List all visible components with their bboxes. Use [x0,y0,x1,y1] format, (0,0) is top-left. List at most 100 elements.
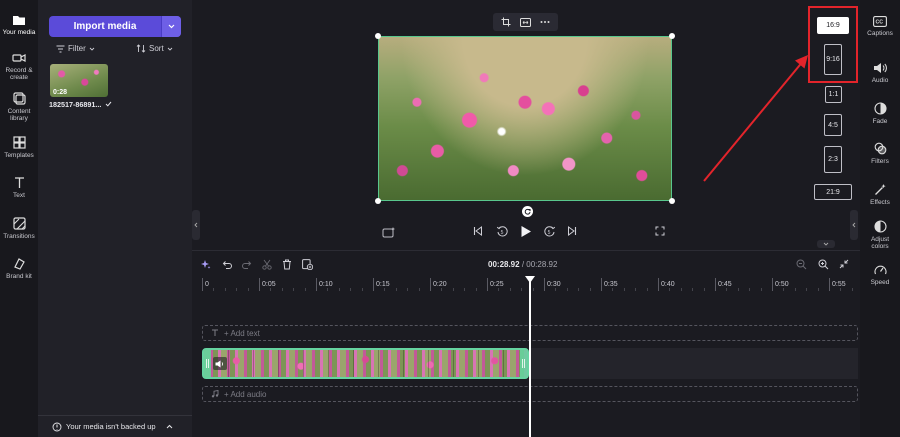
aspect-ratio-2-3[interactable]: 2:3 [824,146,842,173]
nav-templates[interactable]: Templates [0,136,38,159]
clip-mute-button[interactable] [213,357,227,370]
zoom-in-icon[interactable] [818,259,829,270]
thumbnail-duration: 0:28 [53,89,68,96]
nav-label: Brand kit [6,273,32,280]
nav-your-media[interactable]: Your media [0,14,38,36]
clip-trim-handle-left[interactable] [204,350,211,377]
chevron-down-icon [823,242,829,246]
nav-captions[interactable]: CC Captions [860,16,900,37]
fit-timeline-icon[interactable] [839,259,849,269]
sort-button[interactable]: Sort [136,44,173,53]
ruler-label: 0:25 [490,281,504,288]
rewind-5s-button[interactable]: 5 [495,224,509,238]
ratio-label: 21:9 [826,188,840,196]
nav-adjust-colors[interactable]: Adjust colors [860,220,900,250]
ruler-minor-tick [851,288,853,291]
import-options-button[interactable] [161,16,181,37]
resize-handle-bottom-right[interactable] [669,198,675,204]
chevron-down-icon [167,47,172,51]
ruler-minor-tick [783,288,785,291]
ruler-minor-tick [680,288,682,291]
media-filename: 182517-86891... [49,100,112,109]
video-preview[interactable] [378,36,672,201]
nav-record-create[interactable]: Record & create [0,52,38,81]
timecode: 00:28.92 / 00:28.92 [488,260,557,269]
playhead[interactable] [529,278,531,437]
nav-label: Captions [867,30,893,37]
nav-speed[interactable]: Speed [860,264,900,286]
skip-forward-button[interactable] [566,225,578,237]
nav-content-library[interactable]: Content library [0,92,38,122]
skip-forward-icon [568,226,577,236]
ratio-label: 1:1 [828,91,839,98]
aspect-ratio-4-5[interactable]: 4:5 [824,114,842,136]
nav-filters[interactable]: Filters [860,142,900,165]
ruler-minor-tick [635,288,637,291]
zoom-out-icon[interactable] [796,259,807,270]
ruler-minor-tick [384,288,386,291]
ruler-minor-tick [566,288,568,291]
magic-icon-button[interactable] [382,225,396,239]
backup-status-bar[interactable]: Your media isn't backed up [38,415,192,437]
clip-trim-handle-right[interactable] [520,350,527,377]
ruler-minor-tick [224,288,226,291]
crop-icon[interactable] [501,17,511,27]
nav-label: Record & create [5,67,33,81]
more-options-icon[interactable] [540,20,550,24]
media-thumbnail[interactable]: 0:28 [50,64,108,97]
fullscreen-button[interactable] [654,225,666,237]
skip-back-button[interactable] [472,225,484,237]
filter-button[interactable]: Filter [56,44,95,53]
magic-edit-icon[interactable] [200,259,211,270]
play-button[interactable] [518,223,534,239]
fit-icon[interactable] [519,17,531,27]
rewind-5s-icon: 5 [496,225,508,237]
nav-label: Content library [7,108,31,122]
import-media-label[interactable]: Import media [49,16,161,37]
svg-text:CC: CC [876,19,884,25]
ruler-tick [544,278,545,291]
resize-handle-top-right[interactable] [669,33,675,39]
playhead-handle[interactable] [525,276,535,283]
resize-handle-bottom-left[interactable] [375,198,381,204]
nav-transitions[interactable]: Transitions [0,217,38,240]
resize-handle-top-left[interactable] [375,33,381,39]
camera-icon [12,54,26,62]
import-media-button[interactable]: Import media [49,16,181,37]
collapse-properties-panel-button[interactable] [850,210,858,240]
ratio-label: 4:5 [828,121,838,129]
grip-icon [522,359,525,368]
redo-icon[interactable] [242,260,252,269]
sort-icon [136,44,146,53]
rotate-handle[interactable] [522,206,533,217]
ruler-minor-tick [794,288,796,291]
video-clip[interactable] [202,348,529,379]
undo-icon[interactable] [222,260,232,269]
nav-effects[interactable]: Effects [860,183,900,206]
aspect-ratio-21-9[interactable]: 21:9 [814,184,852,200]
ruler-label: 0:45 [718,281,732,288]
forward-5s-button[interactable]: 5 [542,224,556,238]
ruler-minor-tick [692,288,694,291]
nav-audio[interactable]: Audio [860,62,900,84]
ruler-minor-tick [521,288,523,291]
nav-brand-kit[interactable]: Brand kit [0,257,38,280]
ruler-minor-tick [703,288,705,291]
nav-label: Transitions [3,233,35,240]
aspect-ratio-1-1[interactable]: 1:1 [825,86,842,103]
info-icon [52,422,62,431]
add-to-timeline-icon[interactable] [302,259,313,270]
split-icon[interactable] [262,259,272,270]
delete-icon[interactable] [282,259,292,270]
ruler-minor-tick [395,288,397,291]
collapse-media-panel-button[interactable] [192,210,200,240]
collapse-ratios-button[interactable] [817,240,835,248]
brand-kit-icon [13,258,25,270]
ruler-minor-tick [498,288,500,291]
ruler-minor-tick [589,288,591,291]
ruler-label: 0 [205,281,209,288]
ruler-tick [829,278,830,291]
nav-fade[interactable]: Fade [860,102,900,125]
ruler-minor-tick [646,288,648,291]
nav-text[interactable]: Text [0,176,38,199]
